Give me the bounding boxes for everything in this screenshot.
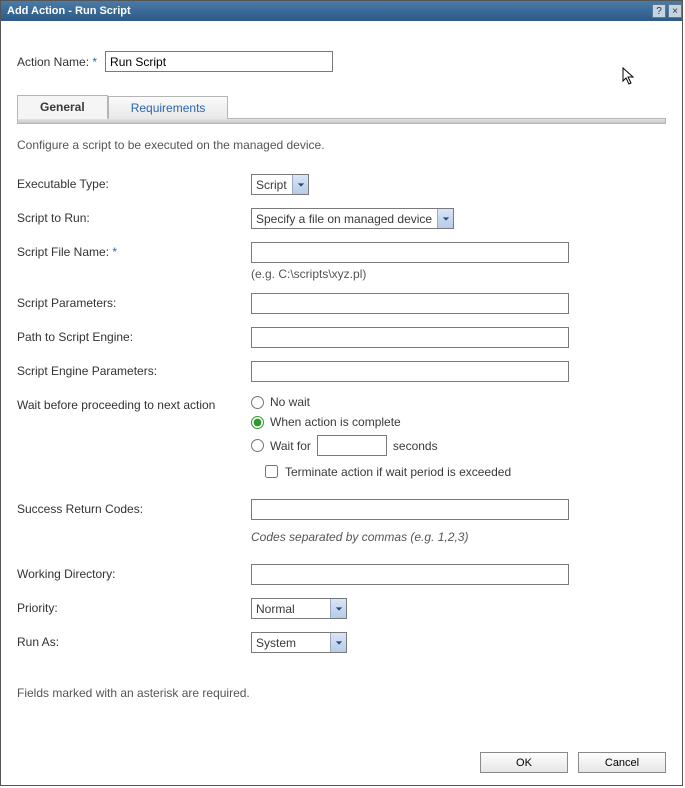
path-to-script-engine-input[interactable] xyxy=(251,327,569,348)
script-file-name-input[interactable] xyxy=(251,242,569,263)
success-return-codes-hint: Codes separated by commas (e.g. 1,2,3) xyxy=(251,530,666,544)
executable-type-label: Executable Type: xyxy=(17,174,251,191)
chevron-down-icon xyxy=(330,599,346,618)
working-directory-label: Working Directory: xyxy=(17,564,251,581)
terminate-checkbox[interactable] xyxy=(265,465,278,478)
script-file-name-label: Script File Name: * xyxy=(17,242,251,259)
chevron-down-icon xyxy=(292,175,308,194)
script-to-run-select[interactable]: Specify a file on managed device xyxy=(251,208,454,229)
titlebar: Add Action - Run Script ? × xyxy=(1,1,682,21)
wait-label: Wait before proceeding to next action xyxy=(17,395,251,412)
script-engine-parameters-input[interactable] xyxy=(251,361,569,382)
help-button[interactable]: ? xyxy=(652,4,666,18)
script-parameters-input[interactable] xyxy=(251,293,569,314)
wait-complete-radio[interactable] xyxy=(251,416,264,429)
tab-requirements[interactable]: Requirements xyxy=(108,96,229,119)
action-name-label: Action Name: * xyxy=(17,55,97,69)
priority-label: Priority: xyxy=(17,598,251,615)
wait-for-pre-label: Wait for xyxy=(270,439,311,453)
executable-type-select[interactable]: Script xyxy=(251,174,309,195)
run-as-select[interactable]: System xyxy=(251,632,347,653)
wait-for-seconds-input[interactable] xyxy=(317,435,387,456)
script-to-run-label: Script to Run: xyxy=(17,208,251,225)
success-return-codes-label: Success Return Codes: xyxy=(17,499,251,516)
close-button[interactable]: × xyxy=(668,4,682,18)
cancel-button[interactable]: Cancel xyxy=(578,752,666,773)
working-directory-input[interactable] xyxy=(251,564,569,585)
action-name-input[interactable] xyxy=(105,51,333,72)
path-to-script-engine-label: Path to Script Engine: xyxy=(17,327,251,344)
priority-select[interactable]: Normal xyxy=(251,598,347,619)
chevron-down-icon xyxy=(330,633,346,652)
chevron-down-icon xyxy=(437,209,453,228)
wait-nowait-label: No wait xyxy=(270,395,310,409)
terminate-label: Terminate action if wait period is excee… xyxy=(285,465,511,479)
required-mark: * xyxy=(92,55,97,69)
wait-for-post-label: seconds xyxy=(393,439,438,453)
wait-for-radio[interactable] xyxy=(251,439,264,452)
script-engine-parameters-label: Script Engine Parameters: xyxy=(17,361,251,378)
success-return-codes-input[interactable] xyxy=(251,499,569,520)
script-file-name-hint: (e.g. C:\scripts\xyz.pl) xyxy=(251,267,666,281)
panel-description: Configure a script to be executed on the… xyxy=(17,138,666,152)
tab-general[interactable]: General xyxy=(17,95,108,119)
ok-button[interactable]: OK xyxy=(480,752,568,773)
script-parameters-label: Script Parameters: xyxy=(17,293,251,310)
tabs: General Requirements xyxy=(17,94,666,118)
run-as-label: Run As: xyxy=(17,632,251,649)
footnote: Fields marked with an asterisk are requi… xyxy=(17,686,666,700)
window-title: Add Action - Run Script xyxy=(7,5,650,17)
wait-complete-label: When action is complete xyxy=(270,415,401,429)
required-mark: * xyxy=(112,245,117,259)
wait-nowait-radio[interactable] xyxy=(251,396,264,409)
